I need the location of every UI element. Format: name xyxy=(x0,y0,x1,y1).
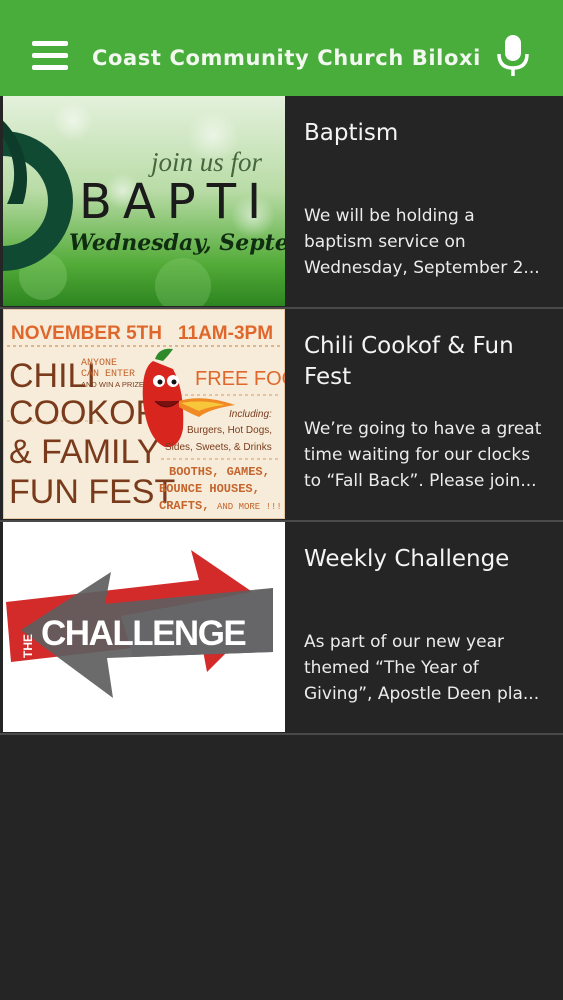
baptism-thumbnail: join us for BAPTI Wednesday, Septe xyxy=(3,96,285,306)
feed-item-title: Baptism xyxy=(304,120,399,146)
chili-items1: Burgers, Hot Dogs, xyxy=(187,425,272,436)
chili-cookoff-thumbnail: NOVEMBER 5TH 11AM-3PM CHILI ANYONE CAN E… xyxy=(3,309,285,519)
chili-including: Including: xyxy=(229,409,272,420)
chili-win: AND WIN A PRIZE! xyxy=(81,380,146,389)
challenge-the: THE xyxy=(21,634,35,658)
feed-item-desc-line2: time waiting for our clocks xyxy=(304,445,531,465)
feed-item-desc-line2: baptism service on xyxy=(304,232,466,252)
microphone-icon[interactable] xyxy=(494,33,532,79)
chili-can-enter: CAN ENTER xyxy=(81,369,135,380)
feed-item-desc-line1: We’re going to have a great xyxy=(304,419,542,439)
feed-item-title-line2: Fest xyxy=(304,364,352,390)
chili-items2: Sides, Sweets, & Drinks xyxy=(165,442,272,453)
feed-item-desc-line1: As part of our new year xyxy=(304,632,504,652)
chili-crafts: CRAFTS, xyxy=(159,499,209,513)
feed-item-desc-line3: to “Fall Back”. Please join... xyxy=(304,471,537,491)
chili-time: 11AM-3PM xyxy=(178,323,273,344)
feed-item-desc-line3: Giving”, Apostle Deen pla... xyxy=(304,684,540,704)
feed-item-title: Weekly Challenge xyxy=(304,546,510,572)
chili-bounce: BOUNCE HOUSES, xyxy=(159,482,260,496)
feed-item-desc-line3: Wednesday, September 2... xyxy=(304,258,540,278)
chili-booths: BOOTHS, GAMES, xyxy=(169,465,270,479)
feed-item-baptism[interactable]: join us for BAPTI Wednesday, Septe Bapti… xyxy=(0,96,563,309)
app-bar: Coast Community Church Biloxi xyxy=(0,0,563,96)
feed-item-weekly-challenge[interactable]: THE CHALLENGE Weekly Challenge As part o… xyxy=(0,522,563,735)
chili-fun-fest: FUN FEST xyxy=(9,473,175,511)
feed-item-chili-cookoff[interactable]: NOVEMBER 5TH 11AM-3PM CHILI ANYONE CAN E… xyxy=(0,309,563,522)
challenge-thumbnail: THE CHALLENGE xyxy=(3,522,285,732)
feed-item-desc-line2: themed “The Year of xyxy=(304,658,479,678)
baptism-image-line2: BAPTI xyxy=(79,174,272,230)
challenge-word: CHALLENGE xyxy=(41,614,245,653)
feed-item-title-line1: Chili Cookof & Fun xyxy=(304,333,514,359)
chili-date: NOVEMBER 5TH xyxy=(11,323,162,344)
chili-family: & FAMILY xyxy=(9,433,160,471)
chili-free-food: FREE FOOD xyxy=(195,368,285,390)
app-title: Coast Community Church Biloxi xyxy=(92,46,481,70)
chili-more: AND MORE !!! xyxy=(217,502,282,512)
chili-anyone: ANYONE xyxy=(81,358,117,369)
baptism-image-line3: Wednesday, Septe xyxy=(69,230,285,256)
hamburger-menu-icon[interactable] xyxy=(30,38,70,72)
baptism-image-line1: join us for xyxy=(148,147,263,177)
feed-item-desc-line1: We will be holding a xyxy=(304,206,475,226)
